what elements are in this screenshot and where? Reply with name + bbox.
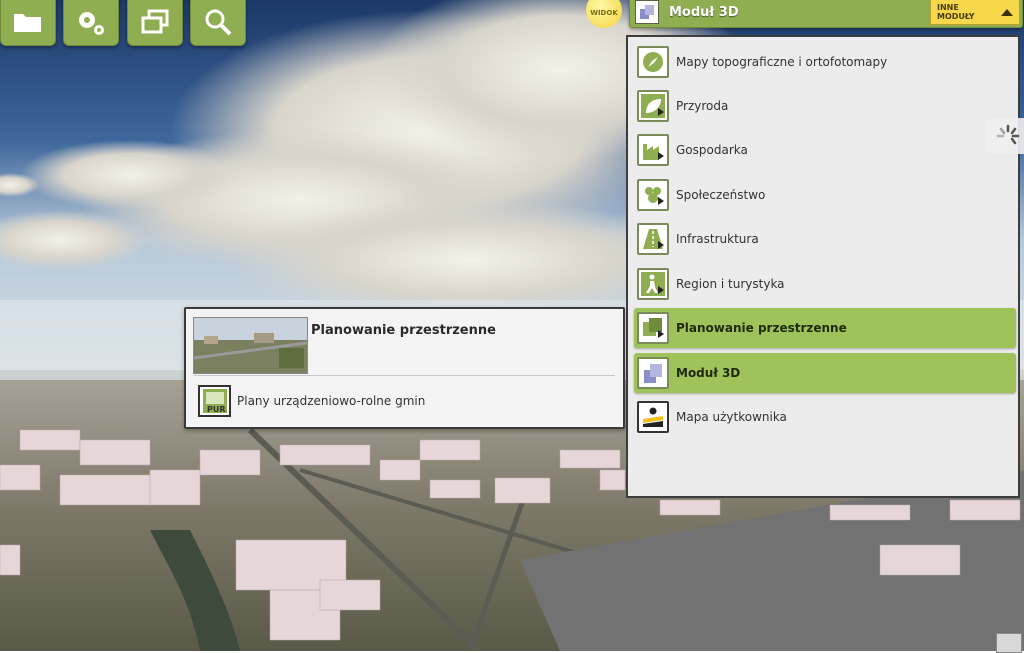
dropdown-item-society[interactable]: Społeczeństwo: [634, 175, 1016, 215]
dropdown-item-label: Region i turystyka: [676, 277, 785, 291]
dropdown-item-topographic[interactable]: Mapy topograficzne i ortofotomapy: [634, 42, 1016, 82]
dropdown-item-label: Mapy topograficzne i ortofotomapy: [676, 55, 888, 69]
dropdown-item-label: Mapa użytkownika: [676, 410, 787, 424]
dropdown-item-nature[interactable]: Przyroda: [634, 86, 1016, 126]
pur-icon: PUR: [198, 385, 231, 417]
divider: [194, 375, 615, 376]
svg-text:PUR: PUR: [207, 405, 226, 414]
people-icon: [637, 179, 669, 211]
planning-icon: [637, 312, 669, 344]
hiker-icon: [637, 268, 669, 300]
dropdown-item-user-map[interactable]: Mapa użytkownika: [634, 397, 1016, 437]
submenu-item-label: Plany urządzeniowo-rolne gmin: [237, 394, 426, 408]
dropdown-item-spatial-planning[interactable]: Planowanie przestrzenne: [634, 308, 1016, 348]
folder-icon: [14, 14, 41, 32]
user-map-icon: [637, 401, 669, 433]
search-button[interactable]: [190, 0, 246, 46]
settings-button[interactable]: [63, 0, 119, 46]
submenu-thumbnail: [193, 317, 308, 374]
submenu-item-pur[interactable]: PUR Plany urządzeniowo-rolne gmin: [198, 385, 425, 417]
dropdown-item-infrastructure[interactable]: Infrastruktura: [634, 219, 1016, 259]
loading-spinner-icon: [986, 118, 1024, 154]
factory-icon: [637, 134, 669, 166]
spatial-planning-submenu: Planowanie przestrzenne PUR Plany urządz…: [184, 307, 625, 429]
dropdown-item-label: Infrastruktura: [676, 232, 759, 246]
triangle-up-icon: [1001, 8, 1013, 16]
dropdown-item-label: Przyroda: [676, 99, 729, 113]
current-module-title: Moduł 3D: [669, 4, 739, 20]
submenu-title: Planowanie przestrzenne: [311, 323, 496, 338]
modules-dropdown: Mapy topograficzne i ortofotomapy Przyro…: [626, 35, 1020, 498]
dropdown-item-label: Społeczeństwo: [676, 188, 766, 202]
compass-icon: [637, 46, 669, 78]
dropdown-item-label: Moduł 3D: [676, 366, 741, 380]
fullscreen-button[interactable]: [996, 633, 1022, 653]
search-icon: [205, 9, 232, 36]
windows-icon: [141, 9, 169, 34]
settings-icon: [79, 12, 104, 35]
dropdown-item-3d-module[interactable]: Moduł 3D: [634, 353, 1016, 393]
road-icon: [637, 223, 669, 255]
dropdown-item-label: Gospodarka: [676, 143, 748, 157]
dropdown-item-region-tourism[interactable]: Region i turystyka: [634, 264, 1016, 304]
dropdown-item-economy[interactable]: Gospodarka: [634, 130, 1016, 170]
windows-button[interactable]: [127, 0, 183, 46]
cube-3d-icon: [637, 357, 669, 389]
cube-3d-icon: [635, 0, 659, 24]
module-bar[interactable]: Moduł 3D INNE MODUŁY: [629, 0, 1023, 28]
leaf-icon: [637, 90, 669, 122]
open-folder-button[interactable]: [0, 0, 56, 46]
dropdown-item-label: Planowanie przestrzenne: [676, 321, 847, 335]
other-modules-button[interactable]: INNE MODUŁY: [930, 0, 1020, 25]
other-modules-label: INNE MODUŁY: [937, 3, 975, 21]
